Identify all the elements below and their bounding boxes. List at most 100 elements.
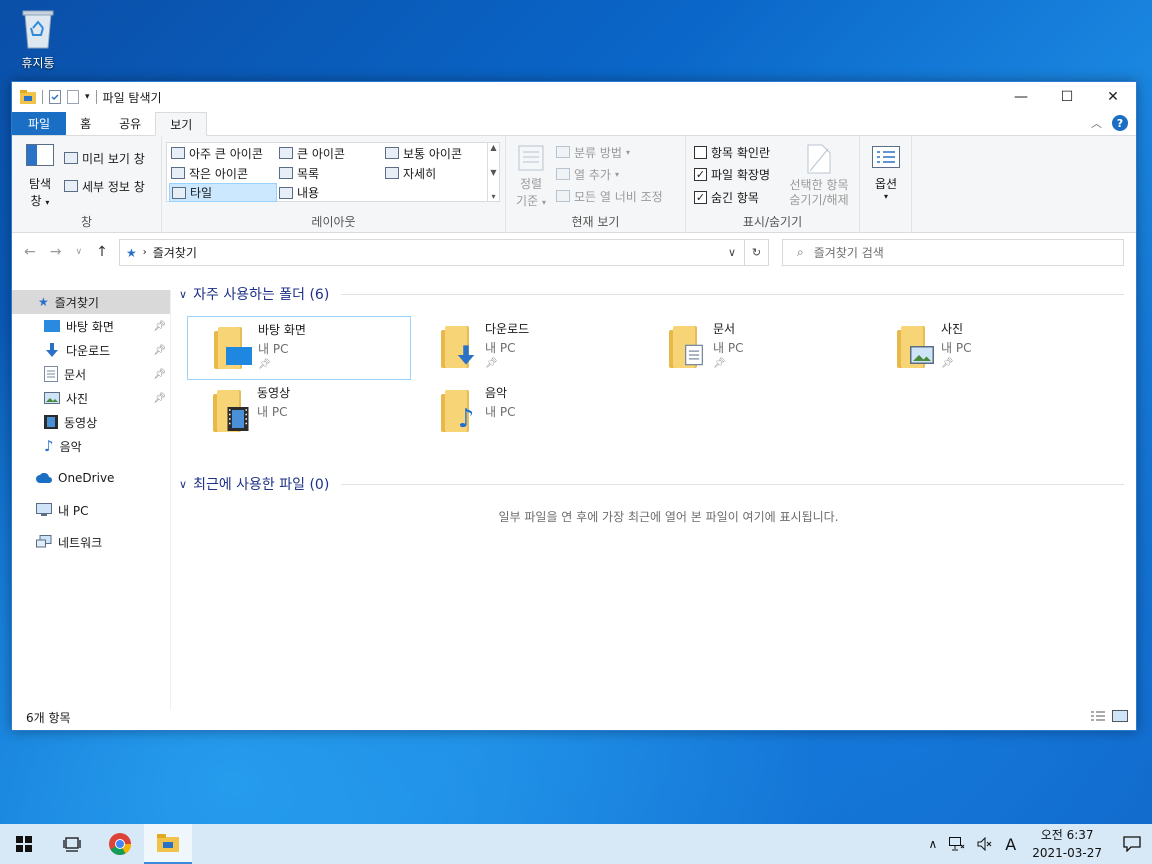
file-extensions-checkbox[interactable]: ✓ [694, 167, 707, 181]
layout-small-icons[interactable]: 작은 아이콘 [169, 163, 277, 183]
scroll-up-icon[interactable]: ▲ [490, 143, 496, 152]
fit-columns-button[interactable]: 모든 열 너비 조정 [556, 186, 663, 206]
layout-item-label: 아주 큰 아이콘 [189, 146, 263, 161]
customize-toolbar-chevron-icon[interactable]: ▾ [85, 92, 90, 102]
notification-center-button[interactable] [1112, 824, 1152, 864]
properties-icon[interactable] [49, 90, 61, 104]
sidebar-item-this-pc[interactable]: 내 PC [12, 498, 170, 522]
item-checkboxes-toggle[interactable]: 항목 확인란 [694, 142, 770, 162]
pin-icon[interactable]: 📌︎ [153, 369, 166, 380]
up-arrow-icon[interactable]: ↑ [96, 244, 108, 260]
ribbon-group-label: 현재 보기 [571, 215, 620, 229]
folder-tile-desktop[interactable]: 바탕 화면 내 PC 📌︎ [187, 316, 411, 380]
show-hidden-icons-chevron-icon[interactable]: ∧ [923, 824, 944, 864]
pin-icon[interactable]: 📌︎ [713, 358, 743, 369]
navigation-pane-button[interactable]: 탐색 창 ▾ [22, 144, 58, 209]
task-view-button[interactable] [48, 824, 96, 864]
forward-arrow-icon[interactable]: → [50, 244, 62, 260]
pin-icon[interactable]: 📌︎ [941, 358, 971, 369]
large-icons-view-icon[interactable] [1112, 710, 1128, 722]
search-input[interactable]: ⌕ 즐겨찾기 검색 [782, 239, 1124, 266]
fit-columns-icon [556, 190, 570, 202]
details-pane-button[interactable]: 세부 정보 창 [64, 176, 145, 196]
sidebar-item-label: 바탕 화면 [66, 319, 114, 334]
breadcrumb-path[interactable]: 즐겨찾기 [153, 244, 197, 261]
pin-icon[interactable]: 📌︎ [153, 321, 166, 332]
refresh-icon[interactable]: ↻ [744, 240, 768, 265]
sidebar-item-videos[interactable]: 동영상 [12, 410, 170, 434]
collapse-ribbon-chevron-icon[interactable]: ︿ [1091, 115, 1102, 131]
start-button[interactable] [0, 824, 48, 864]
folder-name: 다운로드 [485, 322, 530, 336]
folder-tile-videos[interactable]: 동영상 내 PC [187, 380, 415, 444]
add-columns-button[interactable]: 열 추가 ▾ [556, 164, 619, 184]
sort-by-button[interactable]: 정렬 기준 ▾ [514, 144, 548, 209]
address-history-chevron-icon[interactable]: ∨ [720, 240, 744, 265]
title-bar[interactable]: ▾ 파일 탐색기 — ☐ ✕ [12, 82, 1136, 112]
star-icon: ★ [38, 295, 49, 309]
collapse-chevron-icon[interactable]: ∨ [179, 478, 187, 491]
expand-gallery-icon[interactable]: ▾ [491, 192, 495, 201]
sidebar-item-pictures[interactable]: 사진 📌︎ [12, 386, 170, 410]
folder-tile-pictures[interactable]: 사진 내 PC 📌︎ [871, 316, 1099, 380]
frequent-folders-header[interactable]: ∨ 자주 사용하는 폴더 (6) [177, 282, 1132, 306]
pin-icon[interactable]: 📌︎ [153, 345, 166, 356]
input-method-indicator[interactable]: A [999, 824, 1022, 864]
pin-icon[interactable]: 📌︎ [153, 393, 166, 404]
group-by-button[interactable]: 분류 방법 ▾ [556, 142, 630, 162]
new-folder-icon[interactable] [67, 90, 79, 104]
address-input[interactable]: ★ › 즐겨찾기 ∨ ↻ [119, 239, 769, 266]
breadcrumb-separator-icon[interactable]: › [143, 247, 147, 258]
tab-file[interactable]: 파일 [12, 112, 67, 135]
sidebar-item-documents[interactable]: 문서 📌︎ [12, 362, 170, 386]
sidebar-item-downloads[interactable]: 다운로드 📌︎ [12, 338, 170, 362]
folder-tile-documents[interactable]: 문서 내 PC 📌︎ [643, 316, 871, 380]
options-button[interactable]: 옵션 ▾ [868, 146, 904, 201]
layout-gallery-scroller[interactable]: ▲ ▼ ▾ [487, 143, 499, 201]
layout-large-icons[interactable]: 큰 아이콘 [277, 143, 383, 163]
recent-files-header[interactable]: ∨ 최근에 사용한 파일 (0) [177, 472, 1132, 496]
pin-icon[interactable]: 📌︎ [485, 358, 529, 369]
scroll-down-icon[interactable]: ▼ [490, 168, 496, 177]
minimize-button[interactable]: — [998, 82, 1044, 112]
recent-locations-chevron-icon[interactable]: ∨ [75, 247, 82, 257]
folder-tile-music[interactable]: ♪ 음악 내 PC [415, 380, 643, 444]
layout-tiles[interactable]: 타일 [169, 183, 277, 202]
help-icon[interactable]: ? [1112, 115, 1128, 131]
back-arrow-icon[interactable]: ← [24, 244, 36, 260]
sort-by-label-1: 정렬 [519, 177, 543, 191]
sidebar-item-desktop[interactable]: 바탕 화면 📌︎ [12, 314, 170, 338]
layout-medium-icons[interactable]: 보통 아이콘 [383, 143, 489, 163]
collapse-chevron-icon[interactable]: ∨ [179, 288, 187, 301]
volume-muted-icon[interactable] [971, 824, 999, 864]
folder-tile-downloads[interactable]: 다운로드 내 PC 📌︎ [415, 316, 643, 380]
tab-home[interactable]: 홈 [66, 112, 105, 135]
details-view-icon[interactable] [1090, 710, 1106, 722]
file-extensions-toggle[interactable]: ✓ 파일 확장명 [694, 164, 770, 184]
clock[interactable]: 오전 6:37 2021-03-27 [1022, 824, 1112, 864]
maximize-button[interactable]: ☐ [1044, 82, 1090, 112]
chrome-taskbar-button[interactable] [96, 824, 144, 864]
preview-pane-icon [64, 152, 78, 164]
layout-content[interactable]: 내용 [277, 183, 383, 202]
item-checkboxes-checkbox[interactable] [694, 145, 707, 159]
tab-share[interactable]: 공유 [105, 112, 155, 135]
tab-view[interactable]: 보기 [155, 112, 208, 136]
layout-extra-large-icons[interactable]: 아주 큰 아이콘 [169, 143, 277, 163]
hide-selected-items-button[interactable]: 선택한 항목 숨기기/해제 [784, 144, 854, 208]
layout-list[interactable]: 목록 [277, 163, 383, 183]
hidden-items-checkbox[interactable]: ✓ [694, 190, 707, 204]
file-explorer-icon [157, 834, 179, 852]
pin-icon[interactable]: 📌︎ [258, 359, 306, 370]
sidebar-item-quick-access[interactable]: ★ 즐겨찾기 [12, 290, 170, 314]
sidebar-item-onedrive[interactable]: OneDrive [12, 466, 170, 490]
sidebar-item-music[interactable]: ♪ 음악 [12, 434, 170, 458]
file-explorer-taskbar-button[interactable] [144, 824, 192, 864]
layout-details[interactable]: 자세히 [383, 163, 489, 183]
network-status-icon[interactable] [943, 824, 971, 864]
preview-pane-button[interactable]: 미리 보기 창 [64, 148, 145, 168]
recycle-bin-shortcut[interactable]: 휴지통 [8, 6, 68, 71]
close-button[interactable]: ✕ [1090, 82, 1136, 112]
sidebar-item-network[interactable]: 네트워크 [12, 530, 170, 554]
hidden-items-toggle[interactable]: ✓ 숨긴 항목 [694, 187, 759, 207]
